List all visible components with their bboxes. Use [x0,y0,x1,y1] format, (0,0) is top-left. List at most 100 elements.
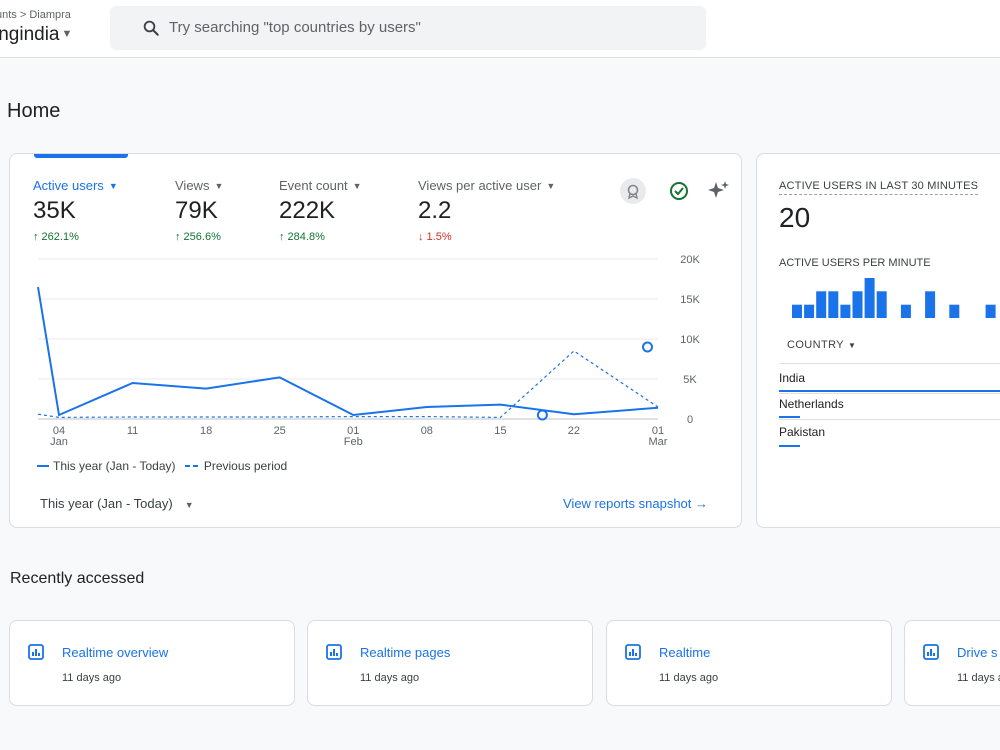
caret-down-icon: ▼ [108,181,118,191]
search-input[interactable]: Try searching "top countries by users" [169,19,421,36]
sparkle-icon[interactable] [706,178,732,204]
country-share-bar [779,445,801,447]
view-link-label: View reports snapshot [563,496,692,511]
per-minute-bar [792,304,802,318]
realtime-card: ACTIVE USERS IN LAST 30 MINUTES 20 ACTIV… [756,153,1000,528]
caret-down-icon: ▼ [184,500,194,510]
series-line-this-year [37,286,659,417]
x-tick-label: 11 [127,425,138,437]
metric-change: ↑ 262.1% [33,231,79,243]
metric-active-users[interactable]: Active users ▼ 35K ↑ 262.1% [33,178,118,243]
divider [779,363,1000,364]
metric-label: Active users [33,178,104,193]
per-minute-bar [840,304,851,318]
metric-value: 79K [175,197,218,224]
chart-legend: This year (Jan - Today) Previous period [37,456,293,473]
report-chart-icon [625,644,641,660]
search-bar[interactable]: Try searching "top countries by users" [110,6,706,50]
recent-card-time: 11 days ago [360,672,420,684]
recent-card-time: 11 days ago [62,672,122,684]
per-minute-bar [925,291,936,318]
dashed-line-swatch [184,465,199,467]
annotation-marker [536,409,548,421]
per-minute-bar-chart [792,278,996,318]
metric-label: Views [175,178,210,193]
date-range-selector[interactable]: This year (Jan - Today) ▼ [40,496,194,511]
per-minute-bar [852,291,863,318]
metric-value: 35K [33,197,76,224]
property-name: ingindia [0,24,60,45]
country-dropdown[interactable]: COUNTRY ▼ [787,339,856,351]
metric-label: Views per active user [418,178,542,193]
y-tick-label: 5K [683,374,697,386]
recent-card-title: Realtime overview [62,645,169,660]
property-selector[interactable]: ingindia ▼ [0,24,72,46]
caret-down-icon: ▼ [214,181,224,191]
metric-label: Event count [279,178,348,193]
y-tick-label: 10K [680,334,700,346]
view-reports-snapshot-link[interactable]: View reports snapshot → [563,496,708,511]
country-header: COUNTRY [787,339,844,351]
metric-views[interactable]: Views ▼ 79K ↑ 256.6% [175,178,223,243]
country-share-bar [779,416,801,418]
line-chart: 20K15K10K5K004Jan11 18 25 01Feb08 15 22 01Mar [37,254,700,448]
x-tick-label: 22 [568,425,580,437]
caret-down-icon: ▼ [546,181,556,191]
per-minute-label: ACTIVE USERS PER MINUTE [779,257,931,269]
caret-down-icon: ▼ [848,341,857,350]
metric-change: ↑ 256.6% [175,231,221,243]
legend-previous-period: Previous period [184,459,288,473]
recent-card-time: 11 days a [957,672,1000,684]
recent-card-realtime[interactable]: Realtime 11 days ago [606,620,892,706]
per-minute-bar [949,304,960,318]
solid-line-swatch [37,465,49,467]
report-chart-icon [923,644,939,660]
overview-card: Active users ▼ 35K ↑ 262.1% Views ▼ 79K ↑ … [9,153,742,528]
x-tick-month-label: Mar [649,436,668,448]
y-tick-label: 20K [680,254,700,266]
page-title: Home [7,100,61,122]
check-circle-icon[interactable] [666,178,692,204]
breadcrumb[interactable]: unts > Diampra [0,9,71,21]
recent-card-realtime-pages[interactable]: Realtime pages 11 days ago [307,620,593,706]
recent-card-time: 11 days ago [659,672,719,684]
metric-event-count[interactable]: Event count ▼ 222K ↑ 284.8% [279,178,362,243]
report-chart-icon [326,644,342,660]
per-minute-bar [864,278,875,318]
active-tab-indicator [34,154,128,158]
legend-label: Previous period [203,459,288,473]
recent-card-title: Drive s [957,645,998,660]
per-minute-bar [876,291,887,318]
per-minute-bar [816,291,827,318]
insights-badge-icon[interactable] [620,178,646,204]
metric-value: 222K [279,197,336,224]
per-minute-bar [828,291,839,318]
x-tick-label: 15 [494,425,506,437]
metric-value: 2.2 [418,197,452,224]
y-tick-label: 0 [687,414,693,426]
country-share-bar [779,390,1000,392]
x-tick-label: 18 [200,425,212,437]
search-icon [143,20,159,36]
report-chart-icon [28,644,44,660]
recent-card-realtime-overview[interactable]: Realtime overview 11 days ago [9,620,295,706]
per-minute-bar [900,304,911,318]
x-tick-month-label: Jan [50,436,68,448]
metric-views-per-user[interactable]: Views per active user ▼ 2.2 ↓ 1.5% [418,178,555,243]
recent-card-title: Realtime [659,645,711,660]
metric-change: ↑ 284.8% [279,231,325,243]
date-range-label: This year (Jan - Today) [40,496,173,511]
recent-card-drive[interactable]: Drive s 11 days a [904,620,1000,706]
annotation-marker [641,341,653,353]
x-tick-month-label: Feb [344,436,363,448]
realtime-value: 20 [779,202,811,233]
legend-this-year: This year (Jan - Today) [37,459,176,473]
y-tick-label: 15K [680,294,700,306]
per-minute-bar [985,304,996,318]
caret-down-icon: ▼ [61,28,73,40]
realtime-title[interactable]: ACTIVE USERS IN LAST 30 MINUTES [779,180,979,195]
legend-label: This year (Jan - Today) [53,459,176,473]
x-tick-label: 25 [274,425,286,437]
divider [779,393,1000,394]
country-row-pakistan: Pakistan [779,425,826,439]
